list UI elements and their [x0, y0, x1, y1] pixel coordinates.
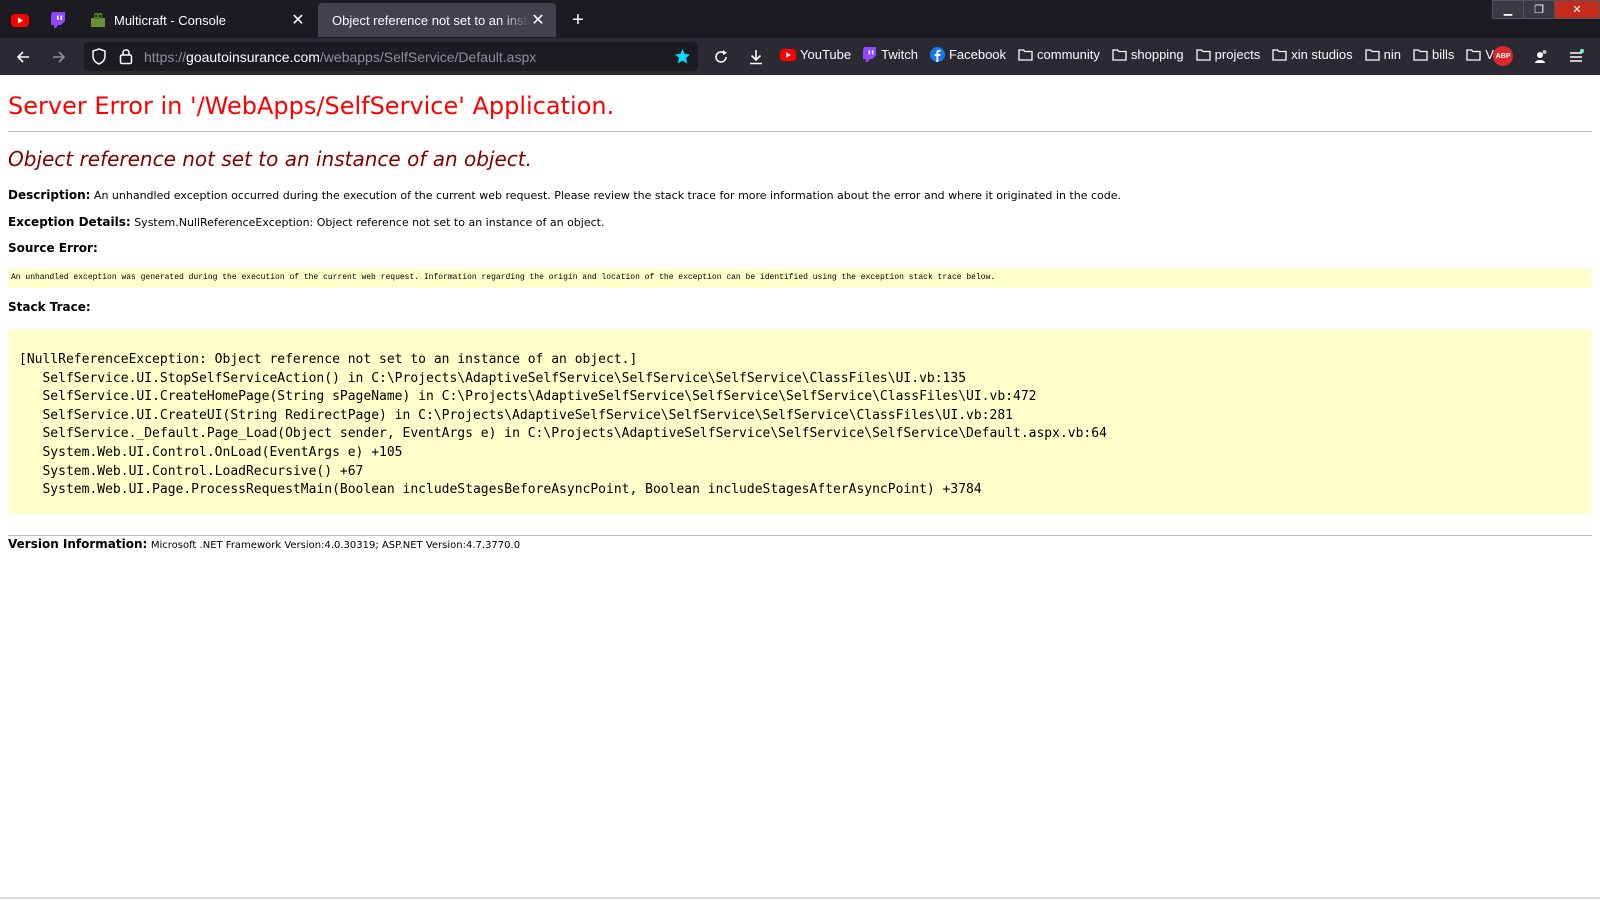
bookmark-folder-bills[interactable]: bills [1413, 47, 1454, 62]
folder-icon [1196, 49, 1211, 61]
forward-button[interactable] [46, 44, 72, 70]
folder-icon [1018, 49, 1033, 61]
window-controls: ▁ ❐ ✕ [1492, 0, 1600, 19]
exception-text: System.NullReferenceException: Object re… [134, 216, 605, 229]
bottom-edge-line [0, 897, 1600, 899]
url-bar[interactable]: https://goautoinsurance.com/webapps/Self… [84, 42, 698, 71]
bookmark-folder-projects[interactable]: projects [1196, 47, 1261, 62]
url-path: /webapps/SelfService/Default.aspx [319, 49, 537, 65]
folder-icon [1364, 49, 1380, 61]
divider [8, 131, 1592, 132]
twitch-icon [863, 47, 877, 62]
close-icon[interactable]: ✕ [290, 12, 306, 29]
new-tab-button[interactable]: + [566, 8, 590, 32]
folder-icon [1112, 49, 1127, 61]
url-text[interactable]: https://goautoinsurance.com/webapps/Self… [144, 49, 536, 65]
description-label: Description: [8, 188, 91, 202]
browser-chrome: Multicraft - Console ✕ Object reference … [0, 0, 1600, 75]
reload-icon [715, 50, 727, 63]
stack-trace-text: [NullReferenceException: Object referenc… [19, 352, 1107, 498]
facebook-icon [929, 47, 945, 62]
back-arrow-icon [16, 51, 29, 63]
bookmark-facebook[interactable]: Facebook [929, 47, 1007, 62]
bookmark-label: Facebook [948, 47, 1007, 62]
pinned-tab-twitch[interactable] [40, 6, 76, 34]
tab-error-page[interactable]: Object reference not set to an instance … [318, 3, 556, 37]
tab-title: Object reference not set to an instance … [332, 12, 530, 28]
restore-button[interactable]: ❐ [1523, 0, 1555, 19]
bookmark-label: projects [1214, 47, 1261, 62]
twitch-icon [50, 12, 65, 28]
bookmark-youtube[interactable]: YouTube [780, 47, 851, 62]
back-button[interactable] [10, 44, 36, 70]
source-error-box: An unhandled exception was generated dur… [8, 269, 1592, 288]
forward-arrow-icon [53, 51, 66, 63]
plus-icon: + [572, 8, 584, 31]
bookmark-folder-v[interactable]: V [1466, 47, 1494, 62]
version-text: Microsoft .NET Framework Version:4.0.303… [150, 540, 521, 551]
bookmark-star-icon[interactable] [674, 48, 691, 65]
url-host: goautoinsurance.com [186, 49, 320, 65]
multicraft-creeper-icon [91, 13, 105, 27]
tab-strip: Multicraft - Console ✕ Object reference … [0, 0, 1600, 38]
bookmark-label: shopping [1130, 47, 1184, 62]
downloads-button[interactable] [743, 44, 769, 70]
bookmark-folder-shopping[interactable]: shopping [1112, 47, 1184, 62]
close-icon: ✕ [1572, 4, 1582, 16]
exception-label: Exception Details: [8, 215, 131, 229]
tab-multicraft[interactable]: Multicraft - Console ✕ [80, 3, 316, 37]
source-error-heading: Source Error: [8, 241, 98, 255]
bookmark-label: nin [1383, 47, 1401, 62]
app-menu-button[interactable] [1563, 44, 1589, 70]
abp-label: ABP [1495, 52, 1511, 60]
bookmark-label: xin studios [1291, 47, 1353, 62]
error-subtitle: Object reference not set to an instance … [8, 147, 532, 171]
bookmark-twitch[interactable]: Twitch [863, 47, 918, 62]
pinned-tab-youtube[interactable] [2, 6, 38, 34]
folder-icon [1466, 49, 1482, 61]
minimize-icon: ▁ [1503, 4, 1513, 16]
tab-title: Multicraft - Console [114, 12, 226, 28]
folder-icon [1272, 49, 1287, 61]
bookmark-folder-community[interactable]: community [1018, 47, 1100, 62]
page-content: Server Error in '/WebApps/SelfService' A… [0, 75, 1600, 900]
stack-trace-heading: Stack Trace: [8, 300, 91, 314]
page-title: Server Error in '/WebApps/SelfService' A… [8, 92, 615, 120]
description-line: Description: An unhandled exception occu… [8, 188, 1121, 202]
youtube-icon [11, 13, 29, 27]
exception-details-line: Exception Details: System.NullReferenceE… [8, 215, 604, 229]
navigation-toolbar: https://goautoinsurance.com/webapps/Self… [0, 38, 1600, 75]
bookmark-label: community [1037, 47, 1100, 62]
bookmarks-bar: YouTube Twitch Facebook community shoppi… [780, 47, 1506, 62]
version-information-line: Version Information: Microsoft .NET Fram… [8, 537, 520, 551]
lock-icon[interactable] [119, 48, 133, 65]
download-icon [750, 50, 762, 65]
source-error-label: Source Error: [8, 241, 98, 255]
shield-icon[interactable] [91, 48, 107, 65]
description-text: An unhandled exception occurred during t… [93, 189, 1122, 202]
stack-trace-label: Stack Trace: [8, 300, 91, 314]
restore-icon: ❐ [1534, 4, 1544, 16]
bookmark-label: bills [1431, 47, 1455, 62]
window-close-button[interactable]: ✕ [1554, 0, 1600, 19]
bookmark-label: Twitch [881, 47, 918, 62]
bookmark-label: YouTube [800, 47, 852, 62]
extension-button[interactable] [1527, 44, 1553, 70]
url-scheme: https:// [144, 49, 187, 65]
reload-button[interactable] [708, 44, 734, 70]
folder-icon [1413, 49, 1428, 61]
stack-trace-box: [NullReferenceException: Object referenc… [8, 329, 1592, 514]
youtube-icon [780, 48, 796, 61]
adblock-plus-button[interactable]: ABP [1493, 46, 1513, 66]
bookmark-folder-xin-studios[interactable]: xin studios [1272, 47, 1353, 62]
version-label: Version Information: [8, 537, 148, 551]
bookmark-folder-nin[interactable]: nin [1364, 47, 1401, 62]
divider [8, 535, 1592, 536]
source-error-text: An unhandled exception was generated dur… [11, 273, 996, 282]
minimize-button[interactable]: ▁ [1492, 0, 1524, 19]
puzzle-extension-icon [1535, 50, 1547, 63]
hamburger-menu-icon [1570, 49, 1584, 62]
close-icon[interactable]: ✕ [530, 12, 546, 29]
